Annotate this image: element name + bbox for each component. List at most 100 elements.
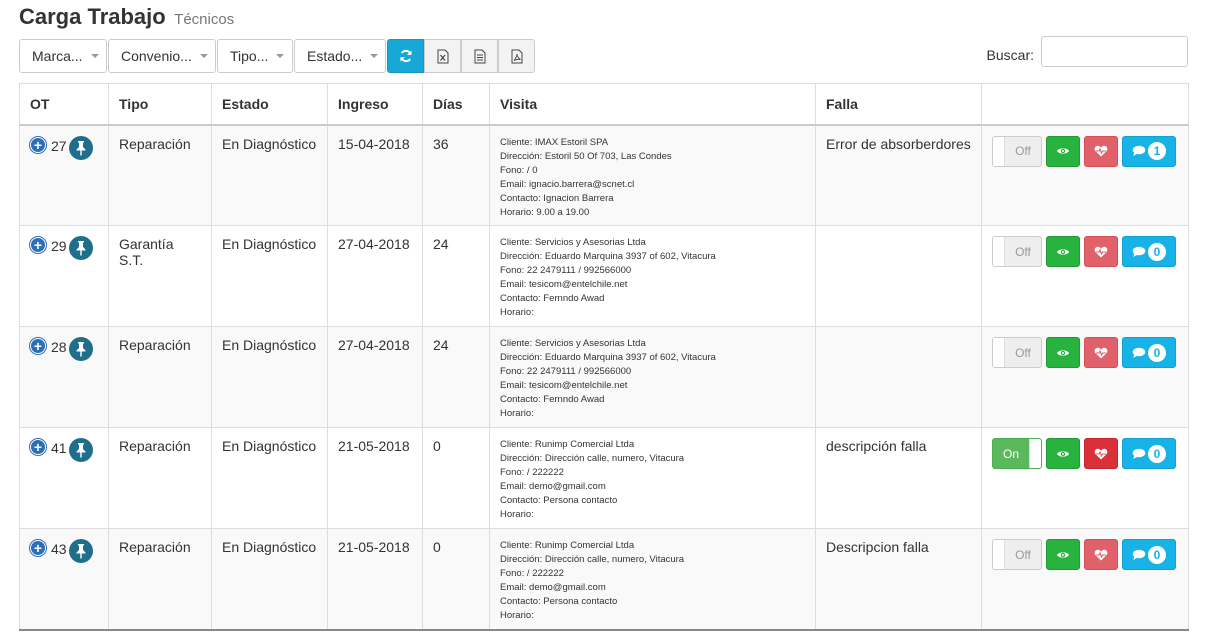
column-header-ingreso[interactable]: Ingreso xyxy=(327,83,423,126)
pin-button[interactable] xyxy=(68,539,93,563)
visita-cell: Cliente: Servicios y Asesorias Ltda Dire… xyxy=(489,326,816,428)
filter-marca-dropdown[interactable]: Marca... xyxy=(19,39,107,73)
view-button[interactable] xyxy=(1046,438,1080,469)
column-header-falla[interactable]: Falla xyxy=(815,83,982,126)
caret-down-icon xyxy=(276,54,285,58)
toggle-knob xyxy=(993,338,1005,367)
visita-contacto: Contacto: Fernndo Awad xyxy=(500,394,605,405)
ingreso-cell: 21-05-2018 xyxy=(327,427,423,529)
column-header-actions xyxy=(981,83,1189,126)
estado-cell: En Diagnóstico xyxy=(211,427,328,529)
visita-contacto: Contacto: Persona contacto xyxy=(500,495,618,506)
tipo-cell: Reparación xyxy=(108,427,212,529)
visita-cell: Cliente: Runimp Comercial Ltda Dirección… xyxy=(489,427,816,529)
visita-email: Email: tesicom@entelchile.net xyxy=(500,279,628,290)
comments-button[interactable]: 0 xyxy=(1122,337,1176,368)
filter-convenio-dropdown[interactable]: Convenio... xyxy=(108,39,216,73)
comments-button[interactable]: 0 xyxy=(1122,236,1176,267)
visita-email: Email: demo@gmail.com xyxy=(500,582,606,593)
comments-button[interactable]: 1 xyxy=(1122,135,1176,167)
dias-cell: 0 xyxy=(422,427,490,529)
view-button[interactable] xyxy=(1046,236,1080,267)
health-button[interactable] xyxy=(1084,135,1118,167)
comment-icon xyxy=(1132,448,1146,459)
column-header-dias[interactable]: Días xyxy=(422,83,490,126)
eye-icon xyxy=(1057,248,1069,255)
health-button[interactable] xyxy=(1084,236,1118,267)
status-toggle[interactable]: Off xyxy=(992,539,1042,570)
expand-plus-icon[interactable]: + xyxy=(30,439,46,455)
table-header-row: OT Tipo Estado Ingreso Días Visita Falla xyxy=(19,83,1189,126)
excel-icon xyxy=(437,49,448,63)
pdf-icon xyxy=(511,49,522,63)
status-toggle[interactable]: Off xyxy=(992,135,1042,167)
view-button[interactable] xyxy=(1046,539,1080,570)
comments-button[interactable]: 0 xyxy=(1122,438,1176,469)
comment-count-badge: 0 xyxy=(1148,545,1166,564)
visita-contacto: Contacto: Persona contacto xyxy=(500,596,618,607)
view-button[interactable] xyxy=(1046,135,1080,167)
tipo-cell: Reparación xyxy=(108,124,212,226)
health-button[interactable] xyxy=(1084,337,1118,368)
pin-icon xyxy=(76,544,86,559)
filter-estado-dropdown[interactable]: Estado... xyxy=(294,39,386,73)
actions-cell: On 0 xyxy=(981,427,1189,529)
column-header-ot[interactable]: OT xyxy=(19,83,109,126)
eye-icon xyxy=(1057,349,1069,356)
dias-cell: 0 xyxy=(422,528,490,631)
comments-button[interactable]: 0 xyxy=(1122,539,1176,570)
ot-number: 41 xyxy=(51,440,67,456)
toggle-label: Off xyxy=(1015,244,1031,259)
health-button[interactable] xyxy=(1084,438,1118,469)
expand-plus-icon[interactable]: + xyxy=(30,237,46,253)
status-toggle[interactable]: Off xyxy=(992,337,1042,368)
ot-number: 29 xyxy=(51,238,67,254)
ot-number: 28 xyxy=(51,339,67,355)
column-header-tipo[interactable]: Tipo xyxy=(108,83,212,126)
page-header: Carga Trabajo Técnicos xyxy=(19,0,1188,36)
toggle-knob xyxy=(993,136,1005,166)
search-input[interactable] xyxy=(1041,36,1188,67)
export-document-button[interactable] xyxy=(461,39,498,73)
expand-plus-icon[interactable]: + xyxy=(30,540,46,556)
status-toggle[interactable]: Off xyxy=(992,236,1042,267)
toggle-knob xyxy=(993,237,1005,266)
expand-plus-icon[interactable]: + xyxy=(30,338,46,354)
visita-direccion: Dirección: Eduardo Marquina 3937 of 602,… xyxy=(500,352,716,363)
pin-button[interactable] xyxy=(68,236,93,260)
toolbar: Marca... Convenio... Tipo... Estado... B… xyxy=(19,36,1188,83)
table-row-ot-41: +41 Reparación En Diagnóstico 21-05-2018… xyxy=(19,427,1189,529)
expand-plus-icon[interactable]: + xyxy=(30,136,46,153)
ot-cell: +41 xyxy=(19,427,109,529)
filter-tipo-dropdown[interactable]: Tipo... xyxy=(217,39,293,73)
falla-cell xyxy=(815,326,982,428)
refresh-icon xyxy=(400,49,411,63)
falla-cell: Error de absorberdores xyxy=(815,124,982,226)
row-actions: Off xyxy=(992,236,1178,267)
refresh-button[interactable] xyxy=(387,39,424,73)
status-toggle[interactable]: On xyxy=(992,438,1042,469)
estado-cell: En Diagnóstico xyxy=(211,124,328,226)
column-header-visita[interactable]: Visita xyxy=(489,83,816,126)
pin-button[interactable] xyxy=(68,438,93,462)
visita-direccion: Dirección: Dirección calle, numero, Vita… xyxy=(500,453,685,464)
ingreso-cell: 27-04-2018 xyxy=(327,326,423,428)
visita-fono: Fono: / 0 xyxy=(500,164,538,176)
export-excel-button[interactable] xyxy=(424,39,461,73)
row-actions: Off xyxy=(992,539,1178,570)
visita-contacto: Contacto: Ignacion Barrera xyxy=(500,192,614,204)
eye-icon xyxy=(1057,551,1069,558)
column-header-estado[interactable]: Estado xyxy=(211,83,328,126)
visita-email: Email: demo@gmail.com xyxy=(500,481,606,492)
health-button[interactable] xyxy=(1084,539,1118,570)
export-pdf-button[interactable] xyxy=(498,39,535,73)
table-row-ot-43: +43 Reparación En Diagnóstico 21-05-2018… xyxy=(19,528,1189,631)
ot-cell: +27 xyxy=(19,124,109,226)
visita-email: Email: ignacio.barrera@scnet.cl xyxy=(500,178,635,190)
comment-icon xyxy=(1132,549,1146,560)
pin-button[interactable] xyxy=(68,135,93,160)
row-actions: Off xyxy=(992,135,1178,167)
view-button[interactable] xyxy=(1046,337,1080,368)
pin-button[interactable] xyxy=(68,337,93,361)
visita-fono: Fono: 22 2479111 / 992566000 xyxy=(500,265,632,276)
